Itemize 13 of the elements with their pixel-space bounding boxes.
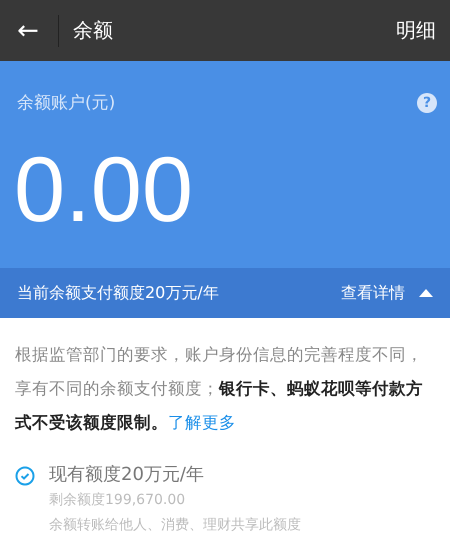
balance-amount: 0.00 xyxy=(14,144,194,236)
help-icon[interactable]: ? xyxy=(417,92,437,112)
details-button[interactable]: 明细 xyxy=(396,17,436,44)
learn-more-link[interactable]: 了解更多 xyxy=(168,413,236,432)
balance-label: 余额账户(元) xyxy=(17,92,116,114)
quota-title: 现有额度20万元/年 xyxy=(49,463,205,487)
back-button[interactable]: ← xyxy=(14,16,42,46)
page-title: 余额 xyxy=(73,17,114,44)
quota-detail: 剩余额度199,670.00 xyxy=(49,491,186,510)
limit-text: 当前余额支付额度20万元/年 xyxy=(17,282,219,304)
details-toggle[interactable]: 查看详情 xyxy=(341,282,433,304)
notice-text: 根据监管部门的要求，账户身份信息的完善程度不同，享有不同的余额支付额度；银行卡、蚂蚁花呗等付款方式不受该额度限制。了解更多 xyxy=(14,344,424,434)
quota-detail: 余额转账给他人、消费、理财共享此额度 xyxy=(49,516,301,535)
